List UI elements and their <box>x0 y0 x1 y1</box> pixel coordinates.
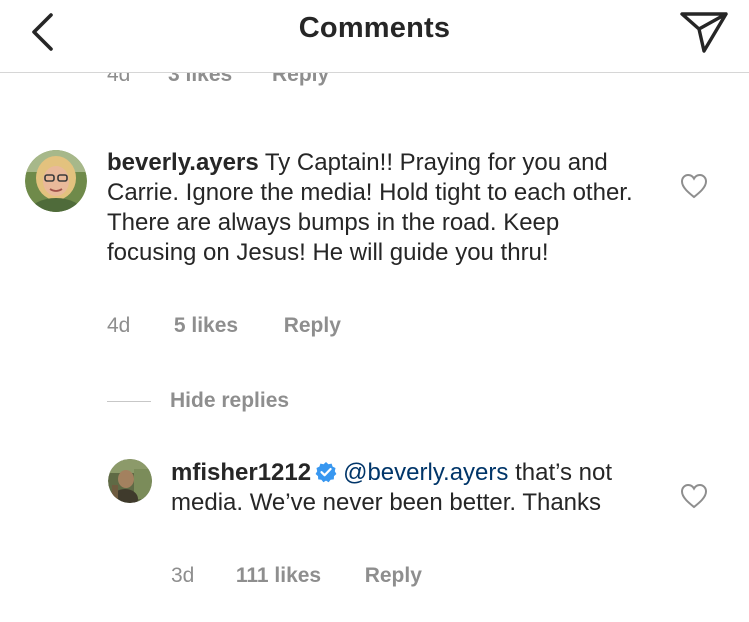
reply-username[interactable]: mfisher1212 <box>171 459 311 486</box>
like-button[interactable] <box>677 169 711 203</box>
reply-button[interactable]: Reply <box>365 564 422 588</box>
page-title: Comments <box>298 12 451 44</box>
reply-meta: 3d 111 likes Reply <box>171 564 422 588</box>
comment-likes[interactable]: 5 likes <box>174 314 278 338</box>
heart-icon <box>680 483 708 509</box>
avatar[interactable] <box>108 459 152 503</box>
reply-button[interactable]: Reply <box>284 314 341 338</box>
comment-text: beverly.ayers Ty Captain!! Praying for y… <box>107 148 647 268</box>
share-button[interactable] <box>677 8 731 56</box>
avatar[interactable] <box>25 150 87 212</box>
comment-meta: 4d 5 likes Reply <box>107 314 341 338</box>
verified-badge-icon <box>315 462 337 483</box>
like-button[interactable] <box>677 479 711 513</box>
hide-replies-label: Hide replies <box>170 389 290 412</box>
hide-replies-toggle[interactable]: Hide replies <box>107 386 289 416</box>
reply-text: mfisher1212 @beverly.ayers that’s not me… <box>171 458 651 518</box>
comment-time: 4d <box>107 314 131 337</box>
avatar-image <box>108 459 152 503</box>
paper-plane-icon <box>680 12 728 53</box>
reply-likes[interactable]: 111 likes <box>236 564 359 588</box>
header-bar: Comments <box>0 0 749 73</box>
heart-icon <box>680 173 708 199</box>
mention-link[interactable]: @beverly.ayers <box>343 459 508 486</box>
reply-time: 3d <box>171 564 195 587</box>
divider-line <box>107 400 151 402</box>
avatar-image <box>25 150 87 212</box>
comments-screen: Comments 4d 3 likes Reply beverly.ayers … <box>0 0 749 622</box>
comment-username[interactable]: beverly.ayers <box>107 149 259 176</box>
